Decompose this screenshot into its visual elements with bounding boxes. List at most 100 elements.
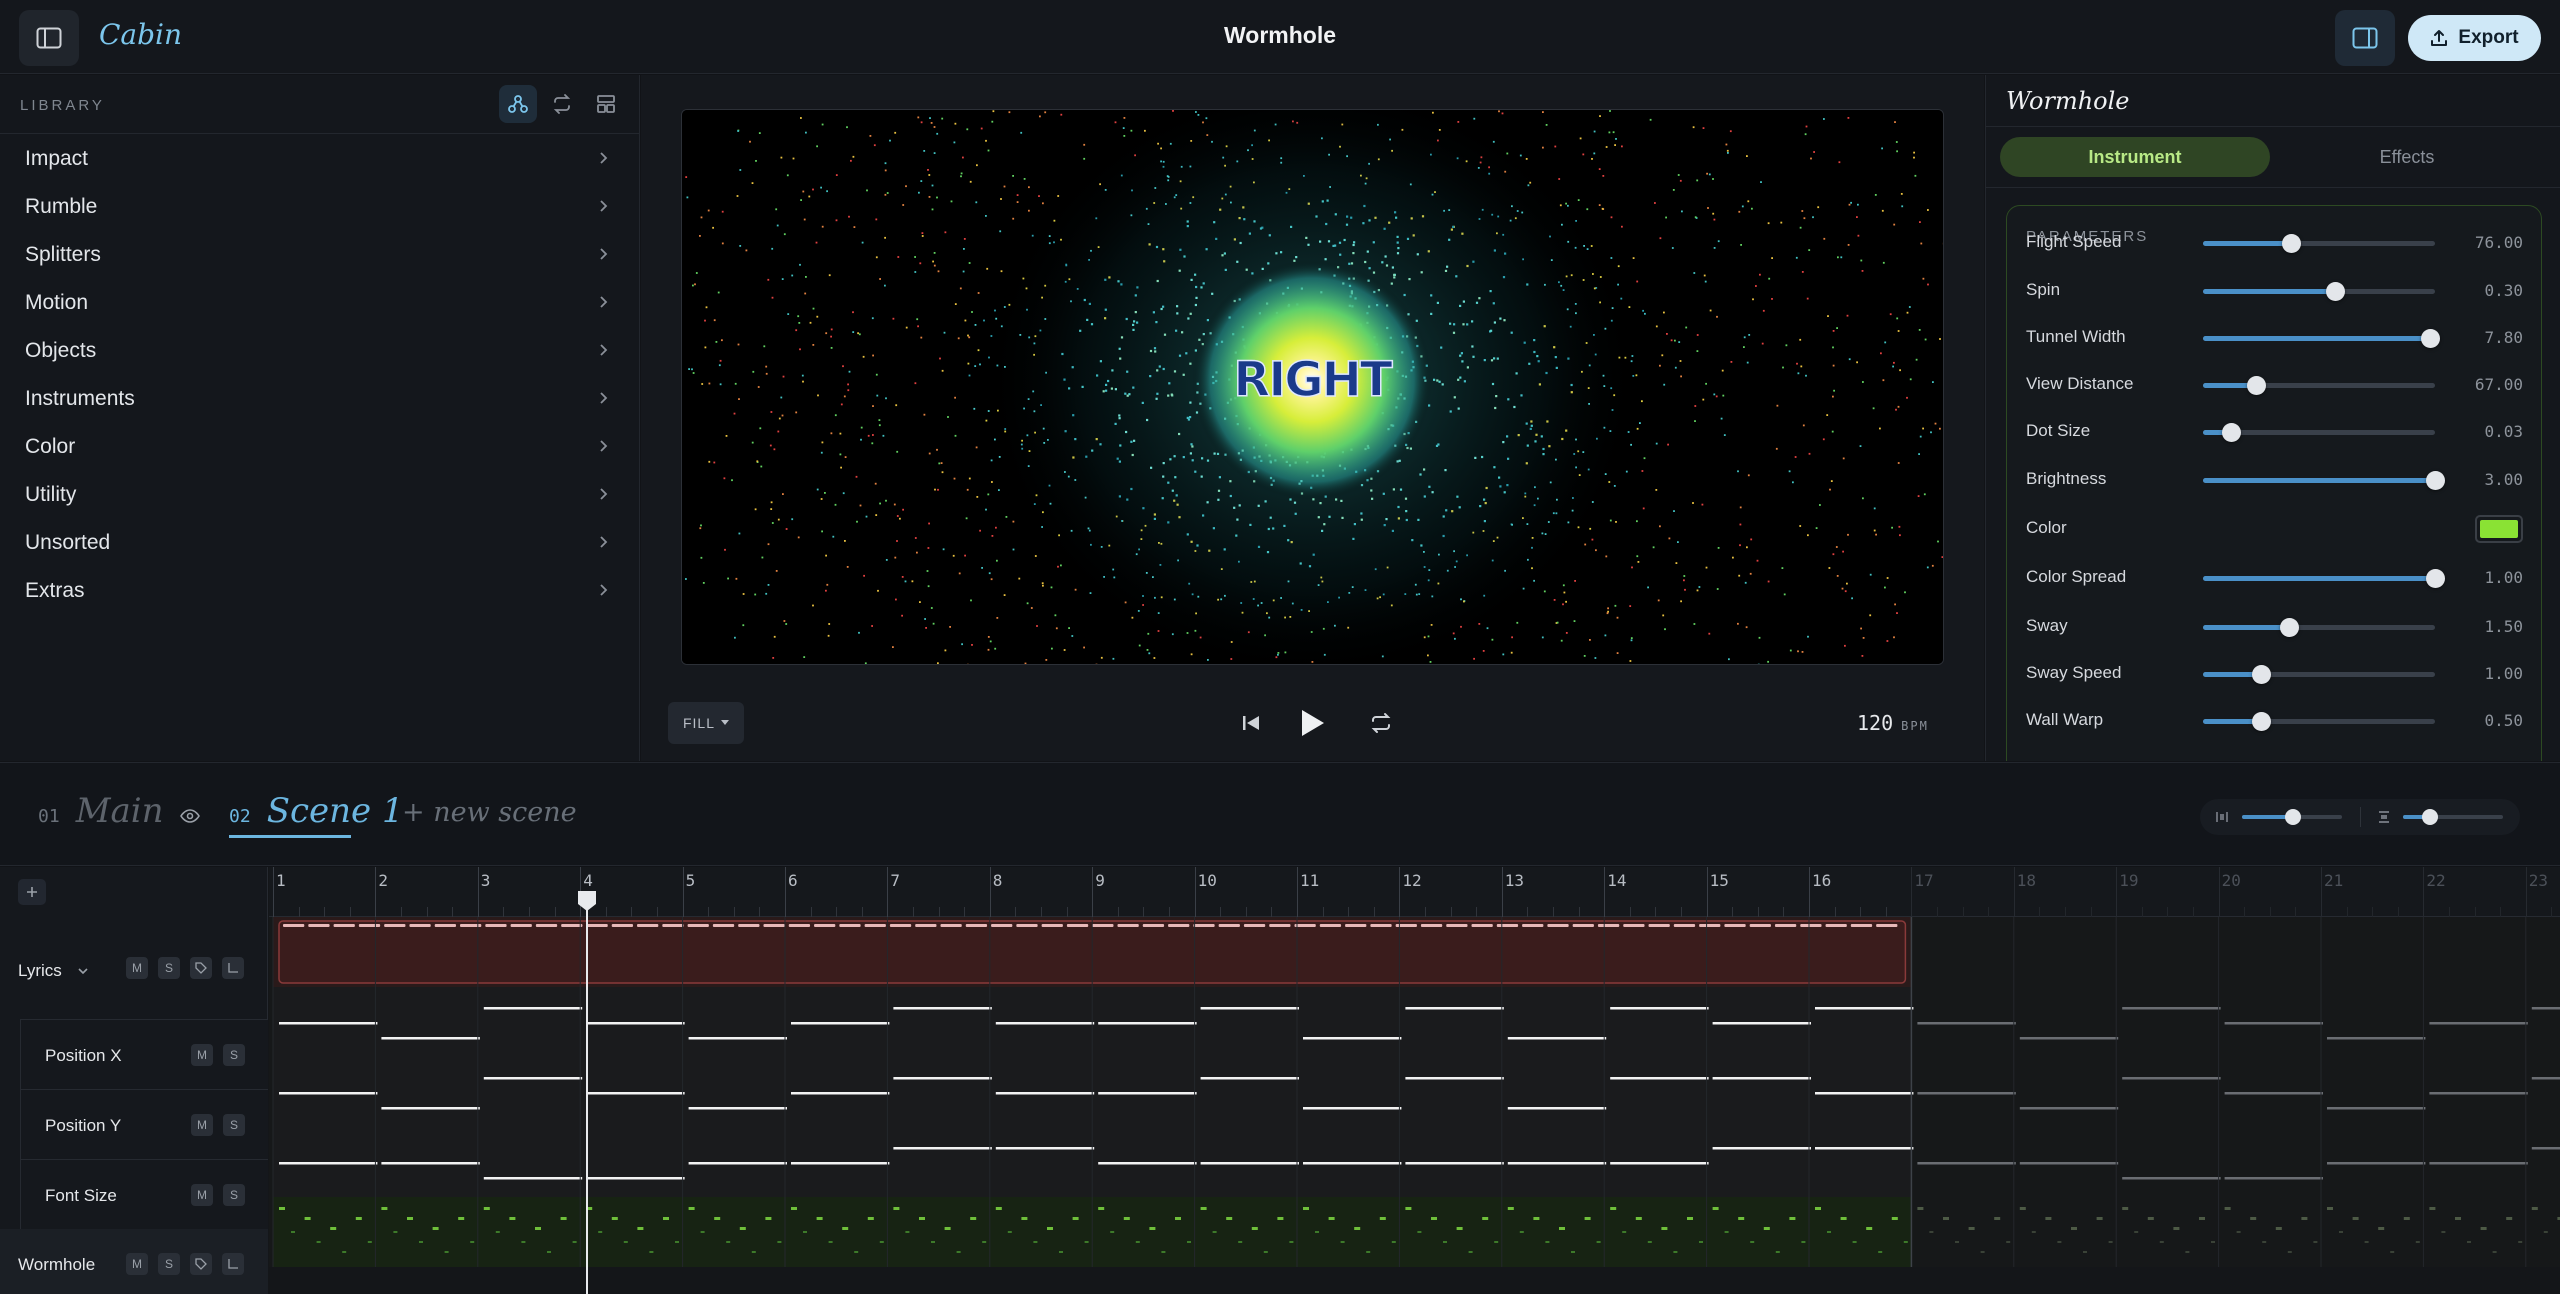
color-swatch[interactable] xyxy=(2475,515,2523,543)
new-scene-button[interactable]: + new scene xyxy=(402,797,577,828)
play-button[interactable] xyxy=(1292,703,1332,743)
library-item[interactable]: Color xyxy=(0,423,640,471)
slider-handle[interactable] xyxy=(2326,282,2346,301)
scene-tab-main[interactable]: 01 Main xyxy=(38,791,200,841)
wormhole-lane[interactable] xyxy=(269,1197,2560,1267)
library-item[interactable]: Impact xyxy=(0,135,640,183)
library-item[interactable]: Objects xyxy=(0,327,640,375)
track-header[interactable]: Font Size M S xyxy=(20,1159,268,1229)
vertical-zoom-slider[interactable] xyxy=(2403,809,2503,825)
solo-button[interactable]: S xyxy=(223,1114,245,1136)
mute-button[interactable]: M xyxy=(191,1184,213,1206)
solo-button[interactable]: S xyxy=(158,957,180,979)
chevron-right-icon xyxy=(600,248,608,260)
bar-number: 17 xyxy=(1914,871,1934,890)
chevron-down-icon[interactable] xyxy=(78,967,88,975)
slider-handle[interactable] xyxy=(2421,329,2441,348)
scene-name: Scene 1 xyxy=(266,791,404,831)
param-slider[interactable] xyxy=(2203,712,2435,731)
param-slider[interactable] xyxy=(2203,282,2435,301)
mute-button[interactable]: M xyxy=(126,1253,148,1275)
panel-right-icon xyxy=(2352,27,2378,49)
loop-button[interactable] xyxy=(1361,703,1401,743)
library-item-label: Instruments xyxy=(25,387,135,410)
automation-icon[interactable] xyxy=(222,1253,244,1275)
track-header[interactable]: Position Y MS xyxy=(20,1089,268,1159)
library-item[interactable]: Motion xyxy=(0,279,640,327)
fill-mode-dropdown[interactable]: FILL xyxy=(668,702,744,744)
timeline-ruler[interactable]: 1 2 3 4 5 6 7 8 9 10 11 12 13 14 15 16 17 18 19 20 21 22 23 xyxy=(269,867,2560,917)
param-row: Color Spread 1.00 xyxy=(2007,563,2543,593)
library-item[interactable]: Utility xyxy=(0,471,640,519)
position-y-lane[interactable] xyxy=(269,1057,2560,1127)
tag-icon[interactable] xyxy=(190,957,212,979)
beat-tick xyxy=(2090,907,2092,917)
track-header[interactable]: Lyrics M S xyxy=(0,951,268,1021)
solo-button[interactable]: S xyxy=(223,1044,245,1066)
solo-button[interactable]: S xyxy=(158,1253,180,1275)
font-size-lane[interactable] xyxy=(269,1127,2560,1197)
slider-handle[interactable] xyxy=(2279,618,2299,637)
beat-tick xyxy=(708,907,710,917)
eye-icon[interactable] xyxy=(179,809,200,823)
mute-button[interactable]: M xyxy=(191,1044,213,1066)
track-header[interactable]: Position X MS xyxy=(20,1019,268,1089)
bar-number: 10 xyxy=(1197,871,1217,890)
slider-handle[interactable] xyxy=(2426,471,2445,490)
mute-button[interactable]: M xyxy=(191,1114,213,1136)
slider-handle[interactable] xyxy=(2282,234,2302,253)
scene-tab-scene-1[interactable]: 02 Scene 1 xyxy=(229,791,404,841)
tag-icon[interactable] xyxy=(190,1253,212,1275)
param-slider[interactable] xyxy=(2203,234,2435,253)
library-item[interactable]: Instruments xyxy=(0,375,640,423)
param-slider[interactable] xyxy=(2203,618,2435,637)
timeline-lanes[interactable] xyxy=(269,917,2560,1294)
slider-handle[interactable] xyxy=(2247,376,2267,395)
param-slider[interactable] xyxy=(2203,329,2441,348)
bar-number: 20 xyxy=(2221,871,2241,890)
automation-icon[interactable] xyxy=(222,957,244,979)
tab-instrument[interactable]: Instrument xyxy=(2000,137,2270,177)
scene-name: Main xyxy=(75,791,164,831)
skip-back-button[interactable] xyxy=(1231,703,1271,743)
library-layout-button[interactable] xyxy=(587,85,625,123)
panel-toggle-button[interactable] xyxy=(2335,10,2395,66)
mute-button[interactable]: M xyxy=(126,957,148,979)
horizontal-zoom-slider[interactable] xyxy=(2242,809,2342,825)
bpm-display[interactable]: 120 BPM xyxy=(1857,711,1929,735)
solo-button[interactable]: S xyxy=(223,1184,245,1206)
slider-handle[interactable] xyxy=(2221,423,2241,442)
track-header[interactable]: Wormhole M S xyxy=(0,1229,268,1294)
bar-tick xyxy=(2116,867,2118,917)
library-item[interactable]: Splitters xyxy=(0,231,640,279)
library-item[interactable]: Unsorted xyxy=(0,519,640,567)
wormhole-lane-graphic xyxy=(269,1197,2560,1267)
beat-tick xyxy=(2474,907,2476,917)
beat-tick xyxy=(349,907,351,917)
tab-effects[interactable]: Effects xyxy=(2272,137,2542,177)
position-y-lane-graphic xyxy=(269,1057,2560,1127)
library-swap-button[interactable] xyxy=(543,85,581,123)
export-button[interactable]: Export xyxy=(2408,15,2541,61)
library-item[interactable]: Extras xyxy=(0,567,640,615)
slider-handle[interactable] xyxy=(2252,712,2271,731)
lyrics-lane[interactable] xyxy=(269,917,2560,987)
param-row: Color xyxy=(2007,514,2543,544)
slider-handle[interactable] xyxy=(2252,665,2271,684)
library-view-nodes-button[interactable] xyxy=(499,85,537,123)
track-headers: Lyrics M S Position X M S Position Y M S Font Siz… xyxy=(0,867,268,1294)
param-slider[interactable] xyxy=(2203,471,2445,490)
preview-canvas[interactable]: RIGHT xyxy=(681,109,1944,665)
beat-tick xyxy=(810,907,812,917)
param-slider[interactable] xyxy=(2203,665,2435,684)
param-slider[interactable] xyxy=(2203,569,2445,588)
slider-handle[interactable] xyxy=(2426,569,2445,588)
beat-tick xyxy=(1322,907,1324,917)
beat-tick xyxy=(2141,907,2143,917)
library-item[interactable]: Rumble xyxy=(0,183,640,231)
param-slider[interactable] xyxy=(2203,376,2435,395)
beat-tick xyxy=(2193,907,2194,917)
position-x-lane[interactable] xyxy=(269,987,2560,1057)
add-track-button[interactable] xyxy=(18,879,46,905)
param-slider[interactable] xyxy=(2203,423,2435,442)
